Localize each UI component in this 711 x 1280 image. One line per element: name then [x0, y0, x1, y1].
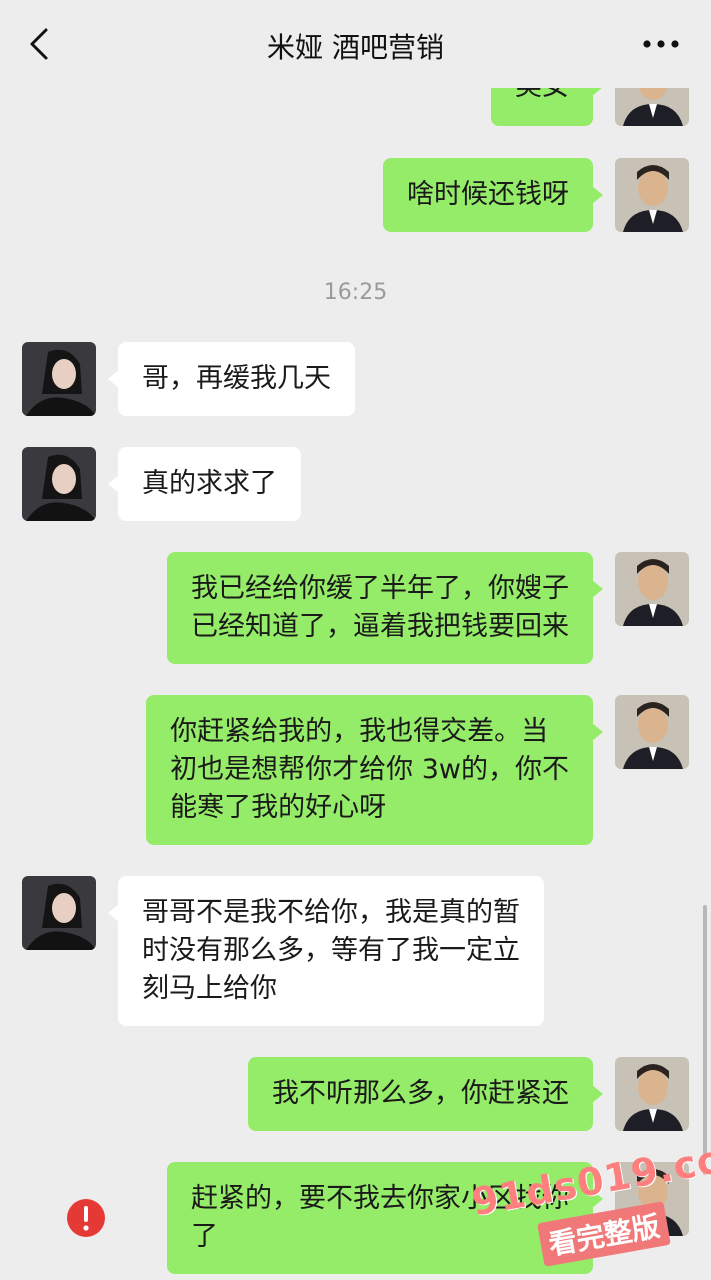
send-failed-icon[interactable] [66, 1198, 106, 1238]
message-sent[interactable]: 我已经给你缓了半年了，你嫂子 已经知道了，逼着我把钱要回来 [167, 552, 603, 664]
avatar-self[interactable] [615, 1057, 689, 1131]
message-sent[interactable]: 我不听那么多，你赶紧还 [248, 1057, 603, 1131]
avatar-self[interactable] [615, 695, 689, 769]
avatar-contact[interactable] [22, 876, 96, 950]
more-horizontal-icon[interactable] [641, 36, 681, 52]
avatar-self[interactable] [615, 158, 689, 232]
message-received[interactable]: 哥哥不是我不给你，我是真的暂 时没有那么多，等有了我一定立 刻马上给你 [108, 876, 544, 1026]
message-sent[interactable]: 啥时候还钱呀 [383, 158, 603, 232]
avatar-contact[interactable] [22, 447, 96, 521]
avatar-self[interactable] [615, 552, 689, 626]
message-sent[interactable]: 你赶紧给我的，我也得交差。当 初也是想帮你才给你 3w的，你不 能寒了我的好心呀 [146, 695, 603, 845]
message-timestamp: 16:25 [323, 280, 388, 305]
chat-header: 米娅 酒吧营销 [0, 0, 711, 88]
message-received[interactable]: 哥，再缓我几天 [108, 342, 355, 416]
avatar-contact[interactable] [22, 342, 96, 416]
message-received[interactable]: 真的求求了 [108, 447, 301, 521]
scrollbar[interactable] [703, 905, 707, 1175]
chat-title: 米娅 酒吧营销 [267, 31, 444, 64]
